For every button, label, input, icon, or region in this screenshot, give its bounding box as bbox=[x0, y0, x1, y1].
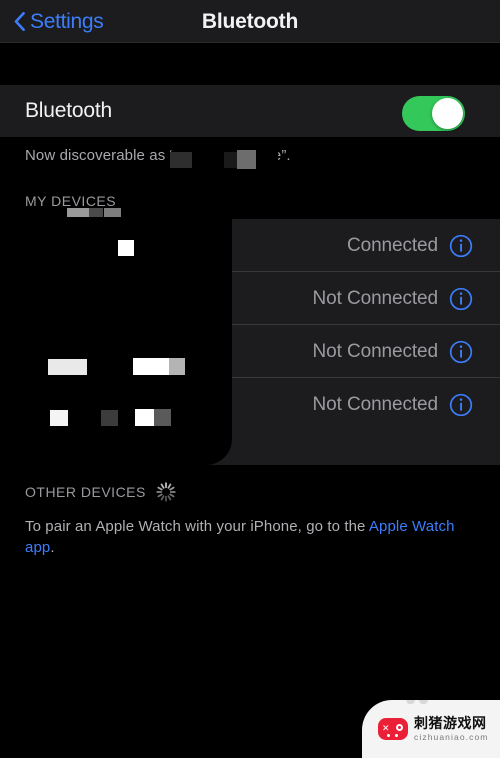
redaction-fragment bbox=[104, 208, 121, 217]
device-row[interactable]: ████ █████ Not Connected bbox=[0, 325, 500, 378]
activity-spinner-icon bbox=[155, 481, 177, 503]
other-devices-section-header: OTHER DEVICES bbox=[25, 481, 177, 503]
pairing-note-suffix: . bbox=[50, 539, 55, 556]
watermark-text-block: 刺猪游戏网 cizhuaniao.com bbox=[414, 714, 489, 743]
other-devices-label: OTHER DEVICES bbox=[25, 484, 146, 500]
redaction-fragment bbox=[89, 208, 103, 217]
device-name: ████ █████ bbox=[25, 340, 151, 362]
pairing-note-prefix: To pair an Apple Watch with your iPhone,… bbox=[25, 518, 369, 535]
device-name: ██████ bbox=[25, 287, 106, 309]
info-circle-icon[interactable] bbox=[449, 340, 473, 364]
device-status: Connected bbox=[346, 234, 438, 256]
page-title: Bluetooth bbox=[201, 9, 299, 33]
watermark-url: cizhuaniao.com bbox=[414, 731, 489, 742]
info-circle-icon[interactable] bbox=[449, 393, 473, 417]
bluetooth-toggle-row[interactable]: Bluetooth bbox=[0, 85, 500, 137]
watermark-brand-name: 刺猪游戏网 bbox=[414, 714, 487, 731]
my-devices-list: ████████ Connected ██████ Not Connected bbox=[0, 219, 500, 465]
apple-watch-pairing-note: To pair an Apple Watch with your iPhone,… bbox=[25, 516, 457, 558]
device-status: Not Connected bbox=[312, 287, 439, 309]
device-name: ████████ bbox=[25, 234, 132, 256]
device-row[interactable]: ██████ Not Connected bbox=[0, 272, 500, 325]
device-name: ██ █ ███ bbox=[25, 393, 116, 415]
device-row[interactable]: ██ █ ███ Not Connected bbox=[0, 378, 500, 431]
discoverable-caption: Now discoverable as “███ ██ █hone”. bbox=[25, 147, 291, 164]
navigation-bar: Settings Bluetooth bbox=[0, 0, 500, 43]
redaction-fragment bbox=[67, 208, 89, 217]
info-circle-icon[interactable] bbox=[449, 234, 473, 258]
bluetooth-label: Bluetooth bbox=[25, 99, 112, 122]
my-devices-section-header: MY DEVICES bbox=[25, 193, 117, 209]
bluetooth-toggle-switch[interactable] bbox=[402, 96, 465, 131]
device-row[interactable]: ████████ Connected bbox=[0, 219, 500, 272]
mascot-ears-decoration bbox=[406, 700, 432, 705]
device-status: Not Connected bbox=[312, 340, 439, 362]
toggle-knob bbox=[432, 98, 463, 129]
gamepad-icon: ✕ bbox=[378, 718, 408, 740]
info-circle-icon[interactable] bbox=[449, 287, 473, 311]
device-status: Not Connected bbox=[312, 393, 439, 415]
bluetooth-settings-screen: Settings Bluetooth Bluetooth Now discove… bbox=[0, 0, 500, 758]
site-watermark: ✕ 刺猪游戏网 cizhuaniao.com bbox=[362, 700, 500, 758]
